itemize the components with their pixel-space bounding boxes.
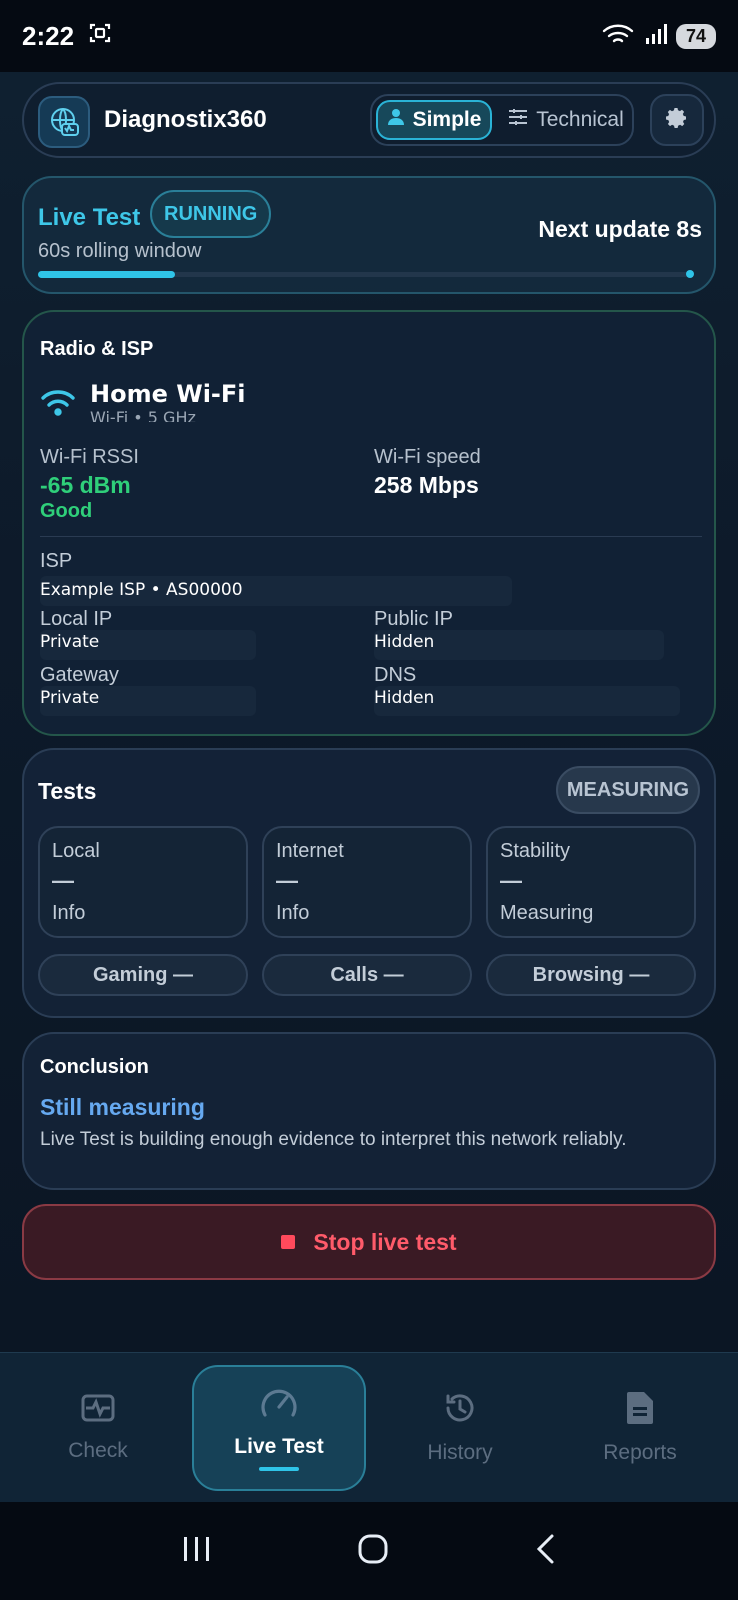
sliders-icon [508, 108, 528, 132]
isp-label: ISP [40, 550, 73, 572]
stop-live-test-button[interactable]: Stop live test [22, 1204, 716, 1280]
tile-value: — [500, 868, 522, 893]
nav-label: Reports [603, 1441, 677, 1464]
rolling-window-label: 60s rolling window [38, 240, 202, 262]
gear-icon [665, 106, 689, 135]
nav-label: Live Test [234, 1435, 324, 1458]
bottom-navigation: Check Live Test History Reports [0, 1352, 738, 1502]
nav-item-live-test[interactable]: Live Test [192, 1365, 366, 1491]
conclusion-text: Live Test is building enough evidence to… [40, 1129, 627, 1150]
nav-label: History [427, 1441, 493, 1464]
stop-icon [281, 1235, 296, 1249]
tile-status: Info [52, 902, 86, 924]
measuring-badge: MEASURING [556, 766, 700, 814]
tile-name: Stability [500, 840, 571, 862]
public-ip-label: Public IP [374, 608, 453, 630]
app-header: Diagnostix360 Simple Technical [22, 82, 716, 158]
rssi-value: -65 dBm [40, 472, 131, 498]
status-bar: 2:22 74 [0, 0, 738, 72]
tile-value: — [52, 868, 74, 893]
stop-button-label: Stop live test [313, 1228, 457, 1255]
back-icon[interactable] [534, 1533, 556, 1570]
tile-status: Measuring [500, 902, 594, 924]
rssi-quality: Good [40, 500, 93, 522]
settings-button[interactable] [650, 94, 704, 146]
mode-simple-label: Simple [412, 108, 482, 131]
conclusion-headline: Still measuring [40, 1094, 205, 1120]
home-icon[interactable] [357, 1533, 389, 1570]
rssi-label: Wi-Fi RSSI [40, 446, 139, 468]
tests-title: Tests [38, 778, 97, 804]
battery-indicator: 74 [676, 23, 716, 49]
tests-card: Tests MEASURING Local — Info Internet — … [22, 748, 716, 1018]
next-update-label: Next update 8s [538, 216, 702, 242]
recent-apps-icon[interactable] [182, 1535, 212, 1568]
mode-technical-label: Technical [536, 108, 624, 131]
nav-item-reports[interactable]: Reports [550, 1353, 730, 1503]
tile-value: — [276, 868, 298, 893]
gateway-value: Private [40, 688, 100, 708]
calls-pill[interactable]: Calls — [262, 954, 472, 996]
live-progress-fill [38, 271, 175, 278]
live-progress-end-dot [686, 270, 694, 278]
isp-value: Example ISP • AS00000 [40, 580, 243, 600]
document-icon [626, 1391, 654, 1431]
mode-technical-button[interactable]: Technical [500, 100, 632, 140]
system-navigation-bar [0, 1502, 738, 1600]
mode-simple-button[interactable]: Simple [376, 100, 492, 140]
live-test-card: Live Test RUNNING 60s rolling window Nex… [22, 176, 716, 294]
nav-item-history[interactable]: History [370, 1353, 550, 1503]
browsing-pill[interactable]: Browsing — [486, 954, 696, 996]
person-icon [387, 108, 405, 132]
running-badge: RUNNING [150, 190, 272, 238]
gateway-label: Gateway [40, 664, 119, 686]
app-title: Diagnostix360 [104, 106, 267, 133]
gauge-icon [259, 1385, 299, 1425]
live-progress-bar [38, 270, 694, 278]
test-tile-local[interactable]: Local — Info [38, 826, 248, 938]
dns-value: Hidden [374, 688, 435, 708]
tile-status: Info [276, 902, 310, 924]
network-name: Home Wi-Fi [90, 380, 246, 408]
dns-label: DNS [374, 664, 417, 686]
active-tab-indicator [259, 1467, 299, 1471]
mode-switch: Simple Technical [370, 94, 634, 146]
wifi-speed-label: Wi-Fi speed [374, 446, 481, 468]
radio-isp-card: Radio & ISP Home Wi-Fi Wi-Fi • 5 GHz Wi-… [22, 310, 716, 736]
wifi-speed-value: 258 Mbps [374, 472, 479, 498]
app-logo-icon [38, 96, 90, 148]
status-time: 2:22 [22, 20, 75, 51]
divider [40, 536, 702, 537]
public-ip-value: Hidden [374, 632, 435, 652]
network-band: Wi-Fi • 5 GHz [90, 408, 196, 422]
live-test-title: Live Test [38, 204, 141, 231]
history-icon [443, 1391, 477, 1431]
screenshot-icon [88, 21, 112, 52]
local-ip-label: Local IP [40, 608, 113, 630]
wifi-icon [40, 388, 76, 423]
tile-name: Local [52, 840, 100, 862]
tile-name: Internet [276, 840, 344, 862]
radio-section-title: Radio & ISP [40, 338, 154, 360]
local-ip-value: Private [40, 632, 100, 652]
test-tile-stability[interactable]: Stability — Measuring [486, 826, 696, 938]
nav-label: Check [68, 1439, 128, 1462]
conclusion-title: Conclusion [40, 1056, 149, 1078]
nav-item-check[interactable]: Check [8, 1353, 188, 1503]
test-tile-internet[interactable]: Internet — Info [262, 826, 472, 938]
pulse-icon [81, 1393, 115, 1429]
conclusion-card: Conclusion Still measuring Live Test is … [22, 1032, 716, 1190]
signal-icon [644, 22, 668, 51]
gaming-pill[interactable]: Gaming — [38, 954, 248, 996]
wifi-status-icon [602, 22, 636, 51]
